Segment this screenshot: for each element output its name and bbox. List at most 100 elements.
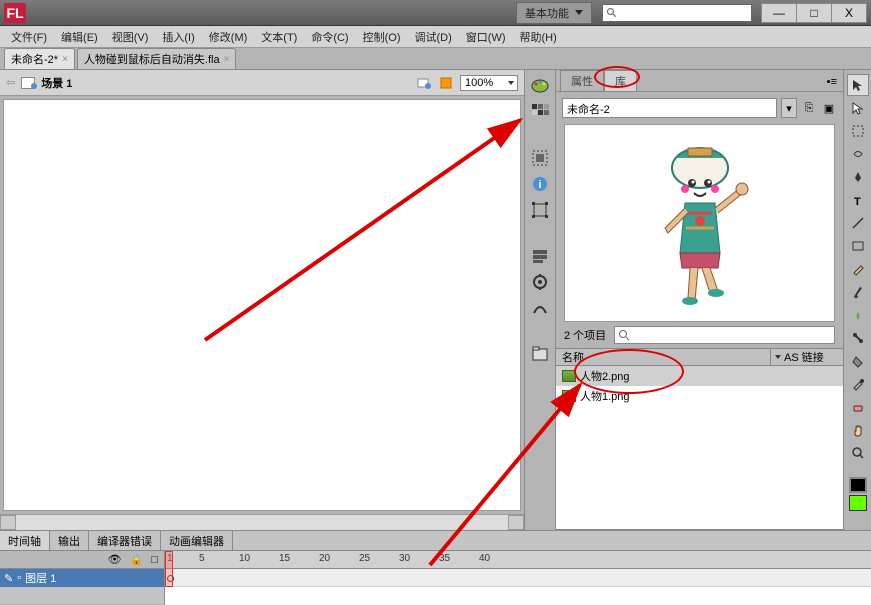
menu-edit[interactable]: 编辑(E) [54,27,105,47]
menu-window[interactable]: 窗口(W) [459,27,513,47]
library-preview [564,124,835,322]
frame-number: 20 [319,553,330,564]
visibility-icon[interactable]: 👁 [108,553,122,566]
layer-header: 👁 🔒 □ [0,551,164,569]
frame-number: 40 [479,553,490,564]
character-preview-image [640,133,760,313]
maximize-button[interactable]: □ [796,3,832,23]
stage[interactable] [3,99,521,511]
bone-tool[interactable] [847,327,869,349]
text-tool[interactable]: T [847,189,869,211]
menu-view[interactable]: 视图(V) [105,27,156,47]
library-search-input[interactable] [614,326,835,344]
library-list[interactable]: 人物2.png 人物1.png [556,366,843,530]
timeline-frames[interactable]: 1 5 10 15 20 25 30 35 40 [165,551,871,605]
menu-help[interactable]: 帮助(H) [513,27,564,47]
edit-scene-icon[interactable] [416,75,432,91]
library-header-name[interactable]: 名称 [556,349,771,365]
close-icon[interactable]: × [62,54,68,65]
zoom-dropdown[interactable]: 100% [460,75,518,91]
svg-text:i: i [538,179,541,191]
menu-text[interactable]: 文本(T) [254,27,304,47]
eraser-tool[interactable] [847,396,869,418]
align-panel-icon[interactable] [528,146,552,170]
motion-presets-icon[interactable] [528,296,552,320]
new-library-icon[interactable]: ▣ [821,102,837,115]
menu-file[interactable]: 文件(F) [4,27,54,47]
tools-panel: T [843,70,871,530]
search-icon [606,7,618,19]
lock-icon[interactable]: 🔒 [130,553,144,566]
frame-number: 5 [199,553,205,564]
swatches-panel-icon[interactable] [528,100,552,124]
panel-tab-timeline[interactable]: 时间轴 [0,531,50,550]
title-search-input[interactable] [602,4,752,22]
frame-number: 35 [439,553,450,564]
transform-panel-icon[interactable] [528,198,552,222]
panel-tab-library[interactable]: 库 [604,70,637,91]
pen-tool[interactable] [847,166,869,188]
doc-tab-1[interactable]: 未命名-2*× [4,48,75,69]
outline-icon[interactable]: □ [151,554,158,566]
search-icon [618,329,630,341]
free-transform-tool[interactable] [847,120,869,142]
eyedropper-tool[interactable] [847,373,869,395]
library-item[interactable]: 人物1.png [556,386,843,406]
layer-row[interactable]: ✎ ▫ 图层 1 [0,569,164,587]
subselection-tool[interactable] [847,97,869,119]
hand-tool[interactable] [847,419,869,441]
line-tool[interactable] [847,212,869,234]
playhead[interactable] [165,551,173,587]
library-header-linkage[interactable]: AS 链接 [771,349,843,365]
pin-icon[interactable]: ⎘ [801,102,817,115]
paint-bucket-tool[interactable] [847,350,869,372]
frame-number: 30 [399,553,410,564]
pencil-tool[interactable] [847,258,869,280]
panel-tab-output[interactable]: 输出 [50,531,89,550]
back-arrow-icon[interactable]: ⇦ [6,76,15,89]
components-panel-icon[interactable] [528,270,552,294]
close-icon[interactable]: × [224,54,230,65]
fill-color-swatch[interactable] [849,495,867,511]
code-snippets-icon[interactable] [528,244,552,268]
close-button[interactable]: X [831,3,867,23]
workspace-dropdown[interactable]: 基本功能 [516,2,592,24]
project-panel-icon[interactable] [528,342,552,366]
menu-debug[interactable]: 调试(D) [408,27,459,47]
panel-tab-motion-editor[interactable]: 动画编辑器 [161,531,233,550]
library-item-label: 人物1.png [580,388,630,404]
library-doc-select[interactable]: 未命名-2 [562,98,777,118]
rectangle-tool[interactable] [847,235,869,257]
menu-command[interactable]: 命令(C) [304,27,355,47]
panel-tab-compiler-errors[interactable]: 编译器错误 [89,531,161,550]
minimize-button[interactable]: — [761,3,797,23]
zoom-tool[interactable] [847,442,869,464]
color-panel-icon[interactable] [528,74,552,98]
pencil-icon: ✎ [4,572,13,585]
frame-number: 10 [239,553,250,564]
panel-tab-properties[interactable]: 属性 [560,70,604,91]
scrollbar-horizontal[interactable] [0,514,524,530]
scene-label: 场景 1 [41,75,72,91]
library-item[interactable]: 人物2.png [556,366,843,386]
menu-control[interactable]: 控制(O) [356,27,408,47]
doc-tab-label: 人物碰到鼠标后自动消失.fla [84,51,220,67]
deco-tool[interactable] [847,304,869,326]
menu-insert[interactable]: 插入(I) [155,27,201,47]
stroke-color-swatch[interactable] [849,477,867,493]
svg-text:T: T [854,196,861,207]
selection-tool[interactable] [847,74,869,96]
scene-icon [21,77,35,89]
info-panel-icon[interactable]: i [528,172,552,196]
panel-menu-icon[interactable]: ▪≡ [827,76,837,88]
dropdown-button[interactable]: ▾ [781,98,797,118]
edit-symbol-icon[interactable] [438,75,454,91]
app-logo: FL [4,3,26,23]
bitmap-icon [562,370,576,382]
document-tabs: 未命名-2*× 人物碰到鼠标后自动消失.fla × [0,48,871,70]
brush-tool[interactable] [847,281,869,303]
menu-modify[interactable]: 修改(M) [202,27,255,47]
doc-tab-2[interactable]: 人物碰到鼠标后自动消失.fla × [77,48,237,69]
lasso-tool[interactable] [847,143,869,165]
menubar: 文件(F) 编辑(E) 视图(V) 插入(I) 修改(M) 文本(T) 命令(C… [0,26,871,48]
